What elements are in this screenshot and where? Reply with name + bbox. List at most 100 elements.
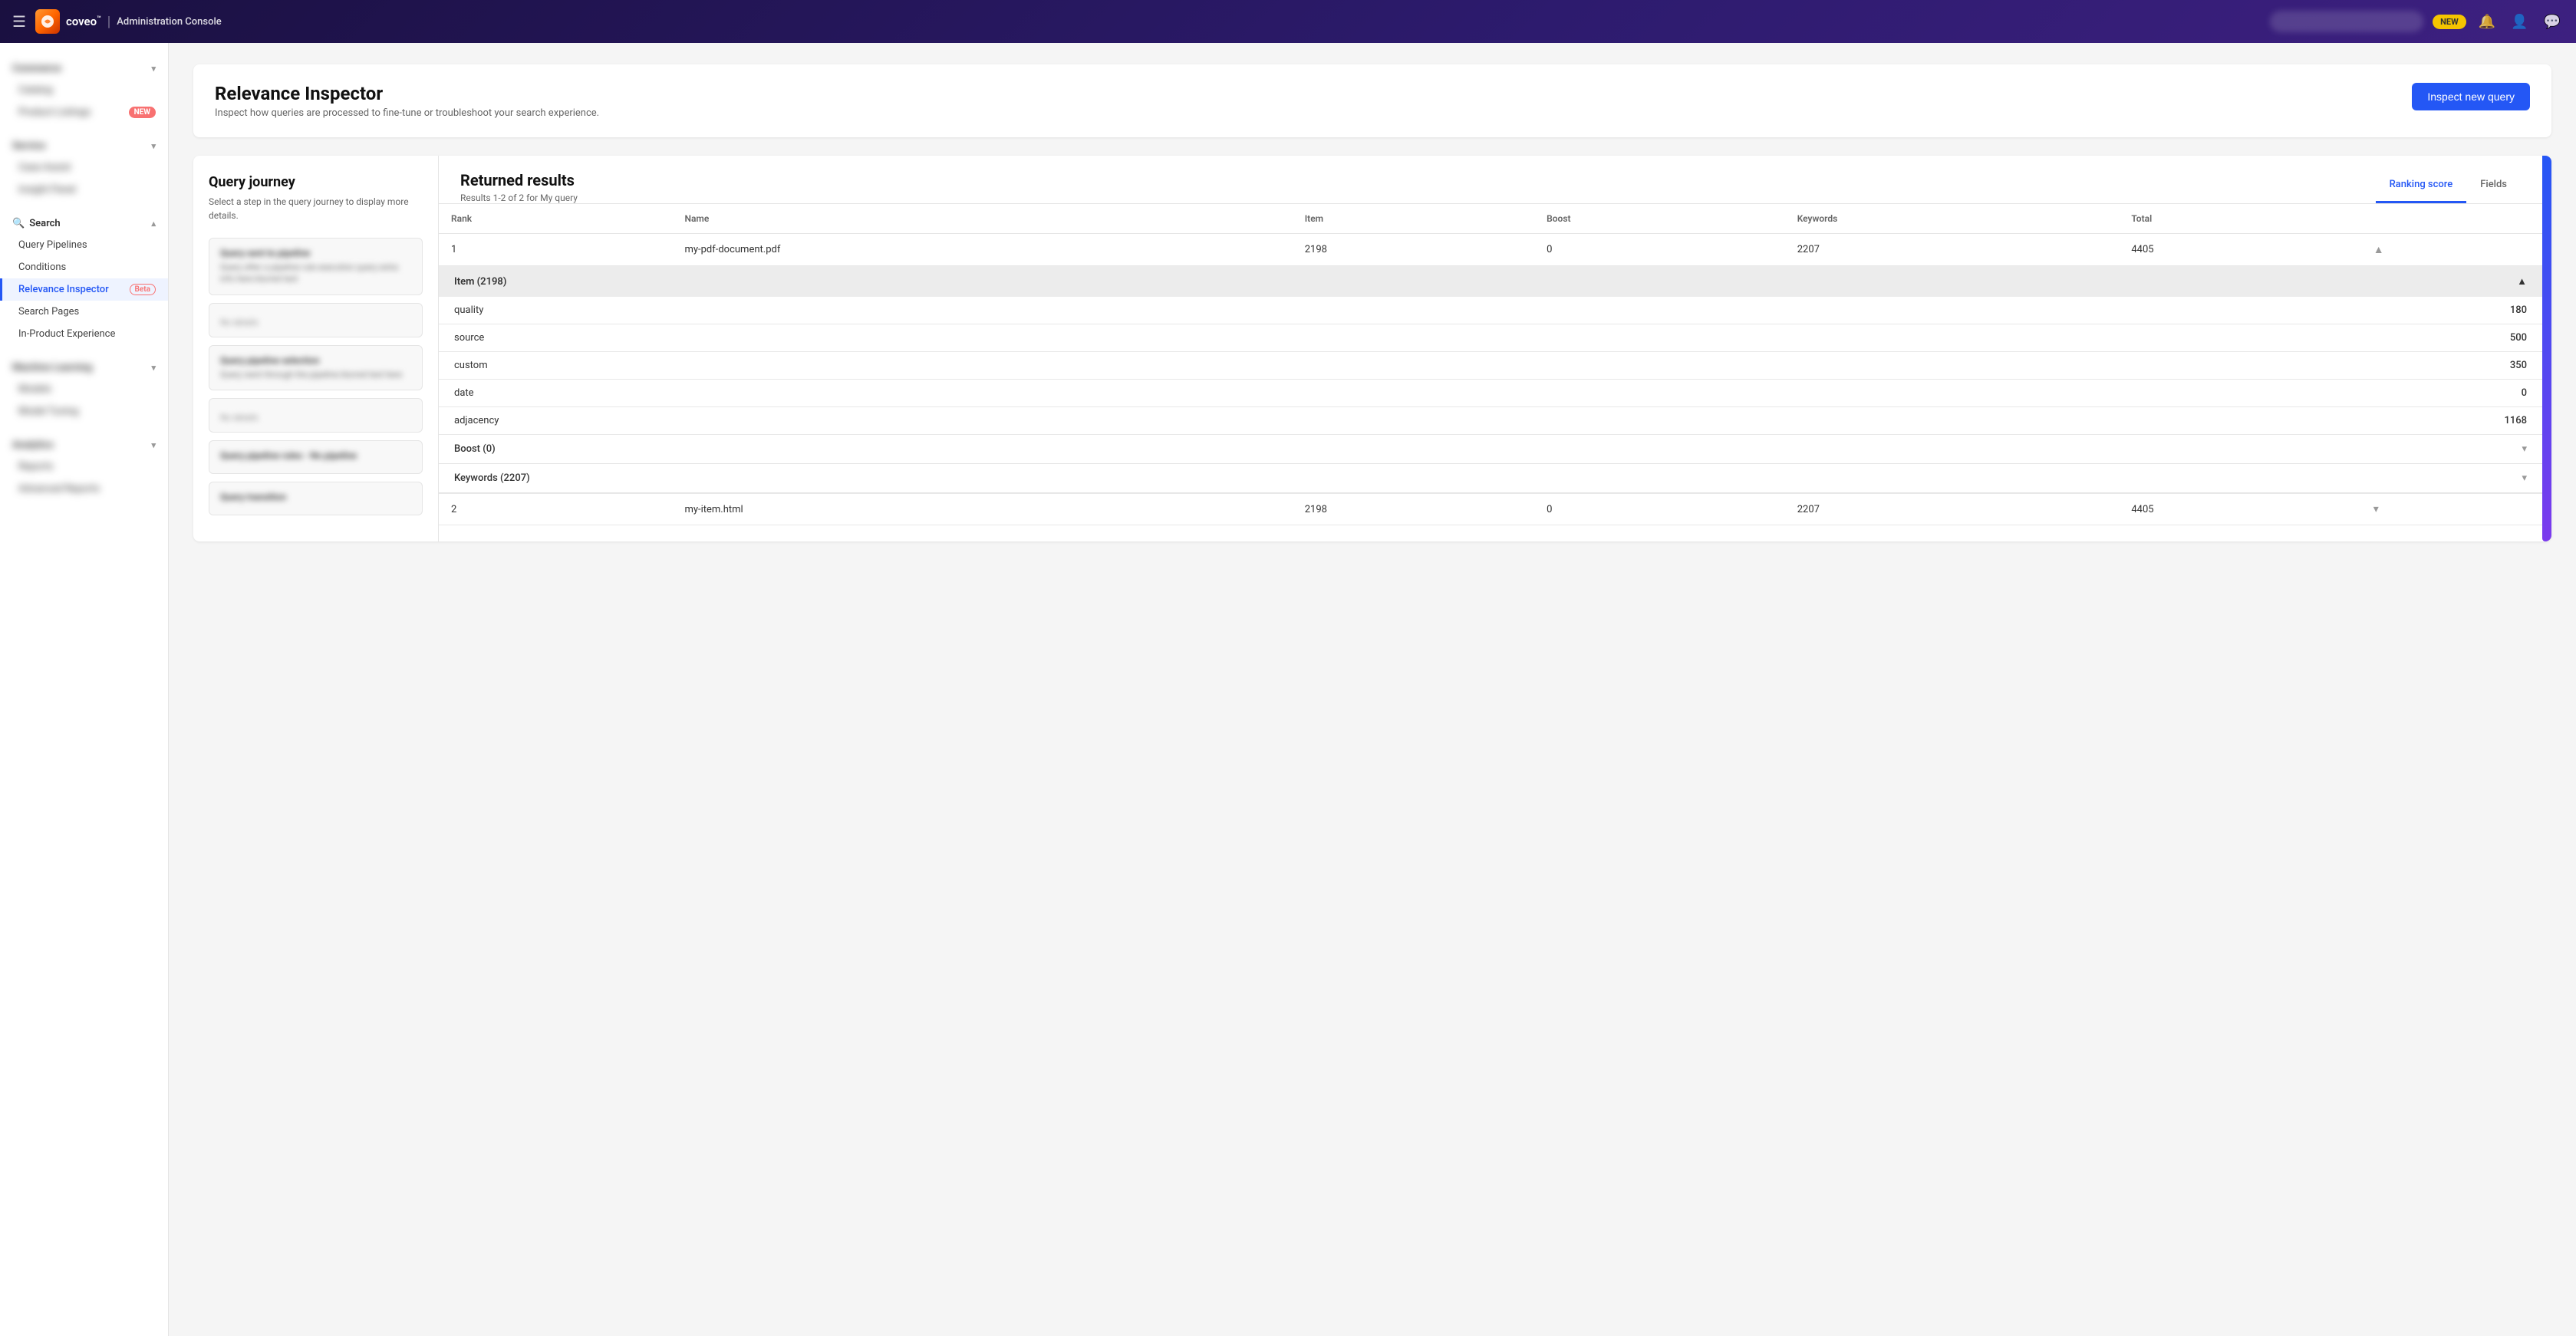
item-section-chevron-up-icon[interactable]: ▲ bbox=[2517, 275, 2527, 288]
sidebar-item-relevance-inspector[interactable]: Relevance Inspector Beta bbox=[0, 278, 168, 301]
sidebar-section-analytics-header[interactable]: Analytics ▾ bbox=[0, 435, 168, 456]
model-tuning-label: Model Tuning bbox=[18, 406, 78, 417]
row2-name: my-item.html bbox=[672, 494, 1292, 525]
step-5-title: Query pipeline rules - No pipeline bbox=[220, 450, 411, 461]
journey-step-1[interactable]: Query sent to pipeline Query after a pip… bbox=[209, 238, 423, 295]
sidebar-item-insight-panel[interactable]: Insight Panel bbox=[0, 179, 168, 201]
row1-expand[interactable]: ▲ bbox=[2361, 234, 2542, 266]
sidebar-item-catalog[interactable]: Catalog bbox=[0, 79, 168, 101]
tab-fields[interactable]: Fields bbox=[2466, 171, 2521, 203]
results-title: Returned results bbox=[460, 171, 578, 189]
sidebar-section-service-header[interactable]: Service ▾ bbox=[0, 136, 168, 156]
boost-section-header[interactable]: Boost (0) ▾ bbox=[439, 435, 2542, 463]
row2-boost: 0 bbox=[1534, 494, 1785, 525]
sidebar-item-conditions[interactable]: Conditions bbox=[0, 256, 168, 278]
top-navigation: ☰ coveo™ | Administration Console NEW 🔔 … bbox=[0, 0, 2576, 43]
step-3-detail: Query went through the pipeline blurred … bbox=[220, 369, 411, 380]
page-header-left: Relevance Inspector Inspect how queries … bbox=[215, 83, 599, 119]
expanded-content-1: Item (2198) ▲ quality 180 source bbox=[439, 266, 2542, 494]
row2-expand[interactable]: ▾ bbox=[2361, 494, 2542, 525]
date-value: 0 bbox=[2522, 387, 2527, 399]
custom-label: custom bbox=[454, 360, 488, 371]
results-header: Returned results Results 1-2 of 2 for My… bbox=[439, 156, 2542, 204]
sidebar-item-advanced-reports[interactable]: Advanced Reports bbox=[0, 478, 168, 500]
page-subtitle: Inspect how queries are processed to fin… bbox=[215, 107, 599, 119]
row2-keywords: 2207 bbox=[1785, 494, 2120, 525]
sidebar-item-query-pipelines[interactable]: Query Pipelines bbox=[0, 234, 168, 256]
search-pages-label: Search Pages bbox=[18, 306, 79, 318]
step-3-title: Query pipeline selection bbox=[220, 355, 411, 366]
journey-step-2[interactable]: No details bbox=[209, 303, 423, 337]
row2-rank: 2 bbox=[439, 494, 672, 525]
row1-total: 4405 bbox=[2119, 234, 2360, 266]
notifications-icon[interactable]: 🔔 bbox=[2476, 11, 2499, 33]
score-adjacency: adjacency 1168 bbox=[439, 407, 2542, 435]
journey-step-6[interactable]: Query transition bbox=[209, 482, 423, 515]
col-name: Name bbox=[672, 204, 1292, 234]
row2-chevron-down-icon[interactable]: ▾ bbox=[2373, 503, 2379, 515]
analytics-label: Analytics bbox=[12, 439, 54, 451]
date-label: date bbox=[454, 387, 474, 399]
query-pipelines-label: Query Pipelines bbox=[18, 239, 87, 251]
search-chevron: ▴ bbox=[151, 219, 156, 229]
commerce-chevron: ▾ bbox=[151, 64, 156, 74]
search-section-label: Search bbox=[29, 218, 61, 229]
journey-step-5[interactable]: Query pipeline rules - No pipeline bbox=[209, 440, 423, 474]
sidebar-section-commerce: Commerce ▾ Catalog Product Listings NEW bbox=[0, 52, 168, 130]
table-row-1[interactable]: 1 my-pdf-document.pdf 2198 0 2207 4405 ▲ bbox=[439, 234, 2542, 266]
sidebar-section-commerce-header[interactable]: Commerce ▾ bbox=[0, 58, 168, 79]
col-keywords: Keywords bbox=[1785, 204, 2120, 234]
side-peek-panel[interactable] bbox=[2542, 156, 2551, 541]
results-table-header-row: Rank Name Item Boost Keywords Total bbox=[439, 204, 2542, 234]
col-boost: Boost bbox=[1534, 204, 1785, 234]
boost-chevron-down-icon[interactable]: ▾ bbox=[2522, 443, 2527, 455]
ml-chevron: ▾ bbox=[151, 363, 156, 373]
sidebar-item-models[interactable]: Models bbox=[0, 378, 168, 400]
keywords-chevron-down-icon[interactable]: ▾ bbox=[2522, 472, 2527, 484]
row1-chevron-up-icon[interactable]: ▲ bbox=[2373, 244, 2384, 256]
table-row-2[interactable]: 2 my-item.html 2198 0 2207 4405 ▾ bbox=[439, 494, 2542, 525]
item-section-header[interactable]: Item (2198) ▲ bbox=[439, 266, 2542, 297]
results-header-left: Returned results Results 1-2 of 2 for My… bbox=[460, 171, 578, 203]
case-assist-label: Case Assist bbox=[18, 162, 71, 173]
sidebar-section-ml-header[interactable]: Machine Learning ▾ bbox=[0, 357, 168, 378]
results-table: Rank Name Item Boost Keywords Total 1 bbox=[439, 204, 2542, 525]
journey-step-3[interactable]: Query pipeline selection Query went thro… bbox=[209, 345, 423, 390]
journey-step-4[interactable]: No details bbox=[209, 398, 423, 433]
page-title: Relevance Inspector bbox=[215, 83, 599, 104]
sidebar-item-case-assist[interactable]: Case Assist bbox=[0, 156, 168, 179]
sidebar-item-product-listings[interactable]: Product Listings NEW bbox=[0, 101, 168, 123]
sidebar-section-ml: Machine Learning ▾ Models Model Tuning bbox=[0, 351, 168, 429]
quality-label: quality bbox=[454, 304, 483, 316]
keywords-section-header[interactable]: Keywords (2207) ▾ bbox=[439, 464, 2542, 492]
search-section-icon: 🔍 bbox=[12, 218, 25, 229]
col-expand bbox=[2361, 204, 2542, 234]
step-6-title: Query transition bbox=[220, 492, 411, 502]
main-content: Relevance Inspector Inspect how queries … bbox=[169, 43, 2576, 1336]
returned-results-panel: Returned results Results 1-2 of 2 for My… bbox=[439, 156, 2542, 541]
new-badge[interactable]: NEW bbox=[2433, 15, 2466, 29]
tab-ranking-score[interactable]: Ranking score bbox=[2376, 171, 2467, 203]
chat-icon[interactable]: 💬 bbox=[2541, 11, 2564, 33]
sidebar-item-search-pages[interactable]: Search Pages bbox=[0, 301, 168, 323]
score-date: date 0 bbox=[439, 380, 2542, 407]
reports-label: Reports bbox=[18, 461, 53, 472]
inspect-new-query-button[interactable]: Inspect new query bbox=[2412, 83, 2530, 110]
beta-badge: Beta bbox=[130, 284, 156, 295]
hamburger-menu[interactable]: ☰ bbox=[12, 12, 26, 31]
org-selector[interactable] bbox=[2270, 11, 2423, 32]
sidebar-item-reports[interactable]: Reports bbox=[0, 456, 168, 478]
query-journey-subtitle: Select a step in the query journey to di… bbox=[209, 195, 423, 222]
user-icon[interactable]: 👤 bbox=[2508, 11, 2531, 33]
sidebar-section-service: Service ▾ Case Assist Insight Panel bbox=[0, 130, 168, 207]
results-count: Results 1-2 of 2 for My query bbox=[460, 193, 578, 203]
sidebar-item-model-tuning[interactable]: Model Tuning bbox=[0, 400, 168, 423]
adjacency-label: adjacency bbox=[454, 415, 499, 426]
boost-section: Boost (0) ▾ bbox=[439, 435, 2542, 464]
logo-text: coveo™ bbox=[66, 15, 101, 28]
analytics-chevron: ▾ bbox=[151, 440, 156, 450]
sidebar-section-search-header[interactable]: 🔍 Search ▴ bbox=[0, 213, 168, 234]
sidebar-item-in-product-experience[interactable]: In-Product Experience bbox=[0, 323, 168, 345]
conditions-label: Conditions bbox=[18, 262, 66, 273]
nav-divider: | bbox=[107, 14, 110, 30]
